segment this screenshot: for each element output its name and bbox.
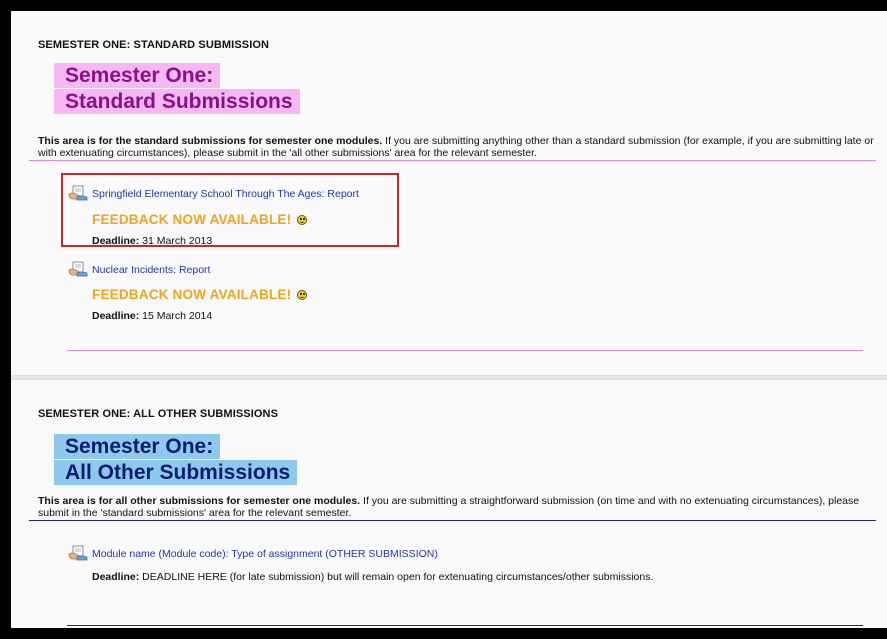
feedback-text: FEEDBACK NOW AVAILABLE! xyxy=(92,287,292,302)
deadline-value: 31 March 2013 xyxy=(139,235,213,247)
section-standard-submission: SEMESTER ONE: STANDARD SUBMISSION Semest… xyxy=(11,11,887,375)
assignment-link[interactable]: Module name (Module code): Type of assig… xyxy=(92,548,438,560)
section-intro: This area is for the standard submission… xyxy=(38,135,875,159)
smiley-icon xyxy=(297,215,308,225)
divider xyxy=(67,350,863,351)
deadline: Deadline: DEADLINE HERE (for late submis… xyxy=(92,571,653,583)
divider xyxy=(29,160,876,161)
section-all-other-submissions: SEMESTER ONE: ALL OTHER SUBMISSIONS Seme… xyxy=(11,380,887,639)
intro-bold: This area is for all other submissions f… xyxy=(38,495,361,507)
banner-line-2: Standard Submissions xyxy=(54,89,300,114)
assignment-doc-icon[interactable] xyxy=(68,545,88,561)
smiley-icon xyxy=(297,290,308,300)
banner-line-2: All Other Submissions xyxy=(54,460,298,485)
deadline: Deadline: 15 March 2014 xyxy=(92,310,212,322)
assignment-link[interactable]: Springfield Elementary School Through Th… xyxy=(92,188,359,200)
divider xyxy=(67,625,863,626)
feedback-notice: FEEDBACK NOW AVAILABLE! xyxy=(92,212,308,227)
divider xyxy=(29,520,876,521)
section-intro: This area is for all other submissions f… xyxy=(38,495,875,519)
assignment-link[interactable]: Nuclear Incidents: Report xyxy=(92,264,210,276)
banner-line-1: Semester One: xyxy=(54,63,221,88)
section-banner: Semester One: All Other Submissions xyxy=(54,434,298,486)
deadline-value: 15 March 2014 xyxy=(139,310,213,322)
section-heading: SEMESTER ONE: STANDARD SUBMISSION xyxy=(38,39,270,51)
deadline-label: Deadline: xyxy=(92,310,140,322)
deadline-value: DEADLINE HERE (for late submission) but … xyxy=(139,571,654,583)
feedback-notice: FEEDBACK NOW AVAILABLE! xyxy=(92,287,308,302)
section-banner: Semester One: Standard Submissions xyxy=(54,63,300,115)
deadline-label: Deadline: xyxy=(92,235,140,247)
assignment-doc-icon[interactable] xyxy=(68,185,88,201)
assignment-doc-icon[interactable] xyxy=(68,261,88,277)
deadline-label: Deadline: xyxy=(92,571,140,583)
deadline: Deadline: 31 March 2013 xyxy=(92,235,212,247)
section-heading: SEMESTER ONE: ALL OTHER SUBMISSIONS xyxy=(38,408,279,420)
feedback-text: FEEDBACK NOW AVAILABLE! xyxy=(92,212,292,227)
banner-line-1: Semester One: xyxy=(54,434,221,459)
intro-bold: This area is for the standard submission… xyxy=(38,135,383,147)
course-page: SEMESTER ONE: STANDARD SUBMISSION Semest… xyxy=(11,11,887,628)
